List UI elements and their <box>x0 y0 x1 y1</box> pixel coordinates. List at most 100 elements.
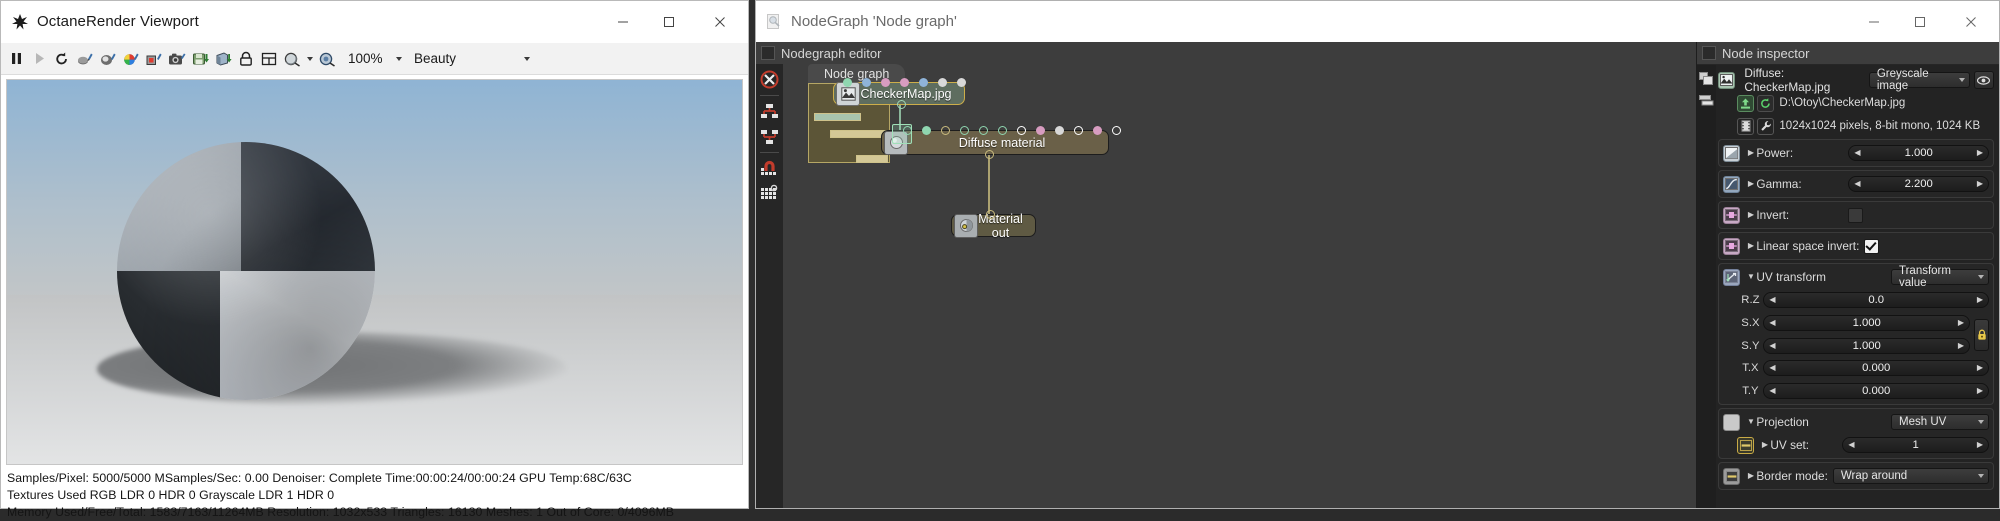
pin-diffuse-6[interactable] <box>998 126 1007 135</box>
pin-input-1[interactable] <box>862 78 871 87</box>
projection-dropdown[interactable]: Mesh UV <box>1891 414 1989 430</box>
copy-node-icon[interactable] <box>1698 72 1715 86</box>
uv-transform-collapse-arrow[interactable]: ▼ <box>1745 273 1756 281</box>
pin-matout-input[interactable] <box>986 210 995 219</box>
node-material-out[interactable]: Material out <box>951 210 1036 240</box>
border-mode-dropdown[interactable]: Wrap around <box>1832 468 1989 484</box>
pin-input-3[interactable] <box>900 78 909 87</box>
uv-rz-spinner[interactable]: ◀ 0.0 ▶ <box>1763 292 1989 308</box>
save-image-icon[interactable] <box>189 47 211 71</box>
collapse-graph-icon[interactable] <box>759 126 780 147</box>
power-expand-arrow[interactable]: ▶ <box>1745 149 1756 157</box>
play-icon[interactable] <box>28 47 50 71</box>
pin-diffuse-7[interactable] <box>1017 126 1026 135</box>
uv-set-spinner[interactable]: ◀ 1 ▶ <box>1842 437 1989 453</box>
uv-sy-increment-arrow[interactable]: ▶ <box>1958 342 1964 350</box>
pin-diffuse-5[interactable] <box>979 126 988 135</box>
lock-icon[interactable] <box>1974 318 1989 351</box>
render-pass-dropdown-caret[interactable] <box>521 47 532 71</box>
uv-ty-value[interactable]: 0.000 <box>1776 385 1977 397</box>
pin-input-2[interactable] <box>881 78 890 87</box>
render-settings-icon[interactable] <box>97 47 119 71</box>
maximize-icon[interactable] <box>646 1 692 42</box>
pin-input-6[interactable] <box>957 78 966 87</box>
color-picker-icon[interactable] <box>120 47 142 71</box>
nodegraph-editor-toggle[interactable] <box>761 46 775 60</box>
restart-icon[interactable] <box>51 47 73 71</box>
pin-diffuse-2[interactable] <box>922 126 931 135</box>
power-spinner[interactable]: ◀ 1.000 ▶ <box>1848 145 1989 161</box>
load-file-icon[interactable] <box>1737 94 1755 112</box>
pin-diffuse-10[interactable] <box>1074 126 1083 135</box>
uv-set-expand-arrow[interactable]: ▶ <box>1759 441 1770 449</box>
pin-diffuse-9[interactable] <box>1055 126 1064 135</box>
uv-rz-value[interactable]: 0.0 <box>1776 294 1977 306</box>
uv-ty-increment-arrow[interactable]: ▶ <box>1977 387 1983 395</box>
lock-resolution-icon[interactable] <box>235 47 257 71</box>
wrench-icon[interactable] <box>1757 117 1775 135</box>
maximize-icon[interactable] <box>1897 1 1943 42</box>
show-grid-icon[interactable] <box>759 183 780 204</box>
minimize-icon[interactable] <box>600 1 646 42</box>
power-increment-arrow[interactable]: ▶ <box>1977 149 1983 157</box>
uv-tx-increment-arrow[interactable]: ▶ <box>1977 364 1983 372</box>
focus-picker-dropdown-caret[interactable] <box>304 47 315 71</box>
pin-diffuse-3[interactable] <box>941 126 950 135</box>
eye-icon[interactable] <box>1973 71 1994 89</box>
pin-diffuse-8[interactable] <box>1036 126 1045 135</box>
pin-input-4[interactable] <box>919 78 928 87</box>
pin-input-5[interactable] <box>938 78 947 87</box>
uv-transform-mode-dropdown[interactable]: Transform value <box>1891 265 1989 289</box>
node-diffuse-material[interactable]: Diffuse material <box>881 124 1121 159</box>
close-icon[interactable] <box>692 1 748 42</box>
projection-collapse-arrow[interactable]: ▼ <box>1745 418 1756 426</box>
invert-expand-arrow[interactable]: ▶ <box>1745 211 1756 219</box>
uv-sx-spinner[interactable]: ◀ 1.000 ▶ <box>1763 315 1970 331</box>
uv-set-increment-arrow[interactable]: ▶ <box>1977 441 1983 449</box>
pin-output-alpha[interactable] <box>843 78 852 87</box>
save-render-icon[interactable] <box>212 47 234 71</box>
expand-graph-icon[interactable] <box>759 101 780 122</box>
render-pass-value[interactable]: Beauty <box>405 51 520 66</box>
node-inspector-toggle[interactable] <box>1702 46 1716 60</box>
pin-diffuse-4[interactable] <box>960 126 969 135</box>
border-mode-expand-arrow[interactable]: ▶ <box>1745 472 1756 480</box>
gamma-spinner[interactable]: ◀ 2.200 ▶ <box>1848 176 1989 192</box>
uv-sy-spinner[interactable]: ◀ 1.000 ▶ <box>1763 338 1970 354</box>
gamma-value[interactable]: 2.200 <box>1861 178 1977 190</box>
zoom-tool-icon[interactable] <box>316 47 338 71</box>
snap-to-grid-icon[interactable] <box>759 158 780 179</box>
invert-checkbox[interactable] <box>1848 207 1864 223</box>
image-info-icon[interactable] <box>1737 117 1755 135</box>
image-type-dropdown[interactable]: Greyscale image <box>1868 68 1970 92</box>
uv-ty-spinner[interactable]: ◀ 0.000 ▶ <box>1763 383 1989 399</box>
zoom-level-value[interactable]: 100% <box>339 51 392 66</box>
zoom-dropdown-caret[interactable] <box>393 47 404 71</box>
linear-space-invert-expand-arrow[interactable]: ▶ <box>1745 242 1756 250</box>
minimize-icon[interactable] <box>1851 1 1897 42</box>
power-value[interactable]: 1.000 <box>1861 147 1977 159</box>
uv-sy-value[interactable]: 1.000 <box>1776 340 1958 352</box>
uv-set-value[interactable]: 1 <box>1855 439 1977 451</box>
uv-tx-value[interactable]: 0.000 <box>1776 362 1977 374</box>
pin-diffuse-12[interactable] <box>1112 126 1121 135</box>
nodegraph-canvas[interactable]: Node graph CheckerMap.jpg Diffuse materi… <box>783 64 1696 508</box>
pause-icon[interactable] <box>5 47 27 71</box>
render-region-icon[interactable] <box>74 47 96 71</box>
pin-checkermap-output[interactable] <box>897 100 906 109</box>
pin-node-icon[interactable] <box>1698 94 1715 108</box>
gamma-expand-arrow[interactable]: ▶ <box>1745 180 1756 188</box>
render-viewport-canvas[interactable] <box>6 79 743 465</box>
reload-icon[interactable] <box>1757 94 1775 112</box>
uv-sx-increment-arrow[interactable]: ▶ <box>1958 319 1964 327</box>
linear-space-invert-checkbox[interactable] <box>1864 238 1880 254</box>
uv-sx-value[interactable]: 1.000 <box>1776 317 1958 329</box>
close-icon[interactable] <box>1943 1 1999 42</box>
uv-rz-increment-arrow[interactable]: ▶ <box>1977 296 1983 304</box>
delete-node-icon[interactable] <box>759 69 780 90</box>
focus-picker-icon[interactable] <box>281 47 303 71</box>
render-layers-icon[interactable] <box>258 47 280 71</box>
pin-diffuse-11[interactable] <box>1093 126 1102 135</box>
uv-tx-spinner[interactable]: ◀ 0.000 ▶ <box>1763 360 1989 376</box>
camera-snapshot-icon[interactable] <box>166 47 188 71</box>
